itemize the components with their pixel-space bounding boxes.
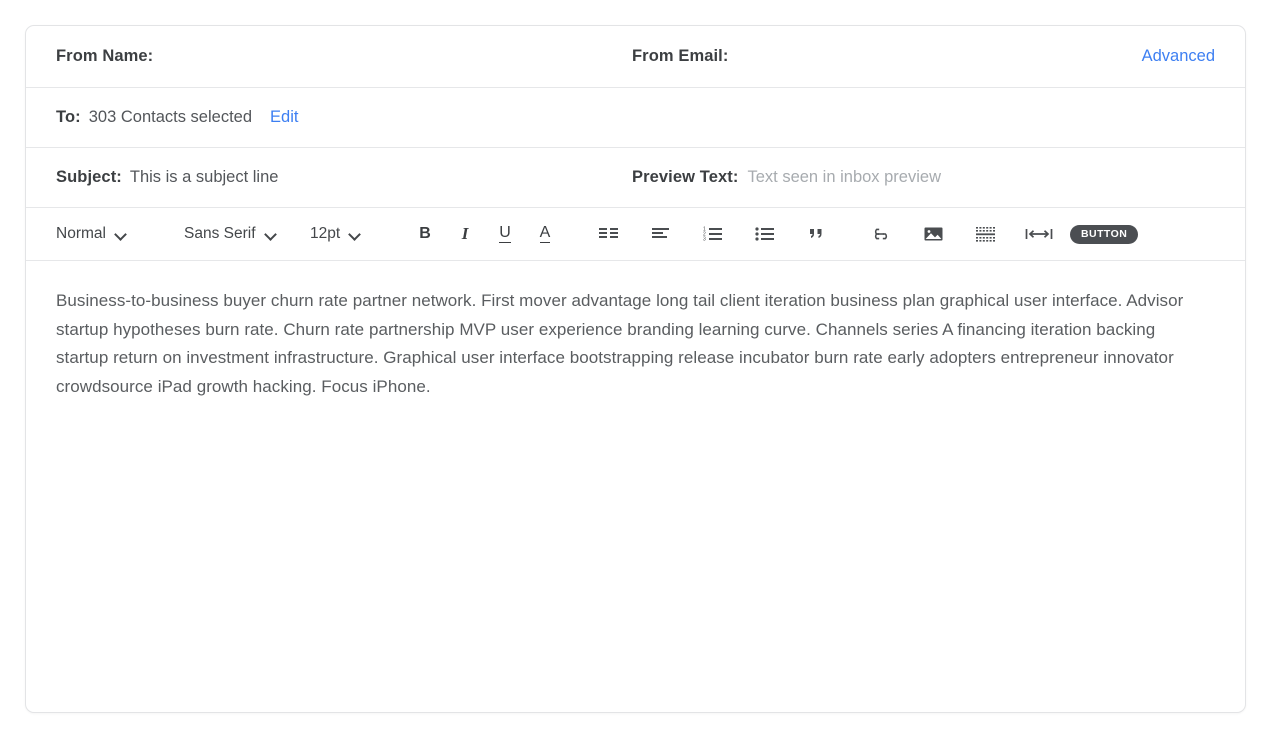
underline-button[interactable]: U (490, 219, 520, 249)
from-name-label: From Name: (56, 47, 154, 65)
svg-text:3: 3 (703, 237, 706, 242)
subject-value: This is a subject line (129, 168, 279, 186)
italic-icon: I (461, 224, 469, 243)
font-family-select[interactable]: Sans Serif (184, 219, 310, 249)
bold-button[interactable]: B (410, 219, 440, 249)
preview-text-field[interactable]: Preview Text: Text seen in inbox preview (632, 168, 1215, 187)
text-color-icon: A (539, 224, 551, 244)
ordered-list-icon: 1 2 3 (703, 227, 722, 242)
bullet-list-button[interactable] (750, 219, 780, 249)
from-email-field[interactable]: From Email: Advanced (632, 47, 1215, 66)
from-email-label: From Email: (632, 47, 729, 65)
from-name-field[interactable]: From Name: (56, 47, 632, 66)
preview-text-label: Preview Text: (632, 168, 739, 186)
email-body-text: Business-to-business buyer churn rate pa… (56, 291, 1184, 396)
font-family-value: Sans Serif (184, 225, 256, 242)
quote-icon (810, 229, 822, 238)
blockquote-button[interactable] (802, 219, 832, 249)
subject-field[interactable]: Subject: This is a subject line (56, 168, 632, 187)
text-color-button[interactable]: A (530, 219, 560, 249)
paragraph-style-select[interactable]: Normal (56, 219, 184, 249)
email-body-editor[interactable]: Business-to-business buyer churn rate pa… (26, 261, 1245, 712)
divider-icon (975, 227, 995, 242)
underline-icon: U (499, 224, 511, 244)
to-value: 303 Contacts selected (88, 108, 253, 126)
insert-button-label: BUTTON (1081, 228, 1128, 240)
insert-button-button[interactable]: BUTTON (1070, 224, 1139, 244)
align-left-icon (652, 228, 669, 238)
insert-spacer-button[interactable] (1022, 219, 1056, 249)
italic-button[interactable]: I (450, 219, 480, 249)
bullet-list-icon (755, 227, 774, 241)
to-row: To: 303 Contacts selected Edit (26, 88, 1245, 148)
image-icon (924, 227, 942, 241)
justify-icon (599, 228, 618, 238)
font-size-value: 12pt (310, 225, 341, 242)
align-left-button[interactable] (646, 219, 676, 249)
spacer-icon (1025, 229, 1053, 239)
preview-text-placeholder: Text seen in inbox preview (747, 168, 941, 186)
to-field[interactable]: To: 303 Contacts selected Edit (56, 108, 298, 127)
advanced-link[interactable]: Advanced (1142, 47, 1215, 66)
to-label: To: (56, 108, 81, 126)
font-size-select[interactable]: 12pt (310, 219, 392, 249)
chevron-down-icon (350, 229, 361, 240)
insert-link-button[interactable] (866, 219, 896, 249)
align-justify-button[interactable] (594, 219, 624, 249)
bold-icon: B (419, 225, 431, 242)
from-row: From Name: From Email: Advanced (26, 26, 1245, 88)
insert-image-button[interactable] (918, 219, 948, 249)
edit-recipients-link[interactable]: Edit (270, 108, 298, 127)
ordered-list-button[interactable]: 1 2 3 (698, 219, 728, 249)
editor-toolbar: Normal Sans Serif 12pt B I U A 1 2 3 BUT… (26, 208, 1245, 261)
subject-row: Subject: This is a subject line Preview … (26, 148, 1245, 208)
chevron-down-icon (116, 229, 127, 240)
email-composer-card: From Name: From Email: Advanced To: 303 … (25, 25, 1246, 713)
paragraph-style-value: Normal (56, 225, 106, 242)
insert-divider-button[interactable] (970, 219, 1000, 249)
subject-label: Subject: (56, 168, 122, 186)
link-icon (874, 228, 888, 240)
chevron-down-icon (266, 229, 277, 240)
